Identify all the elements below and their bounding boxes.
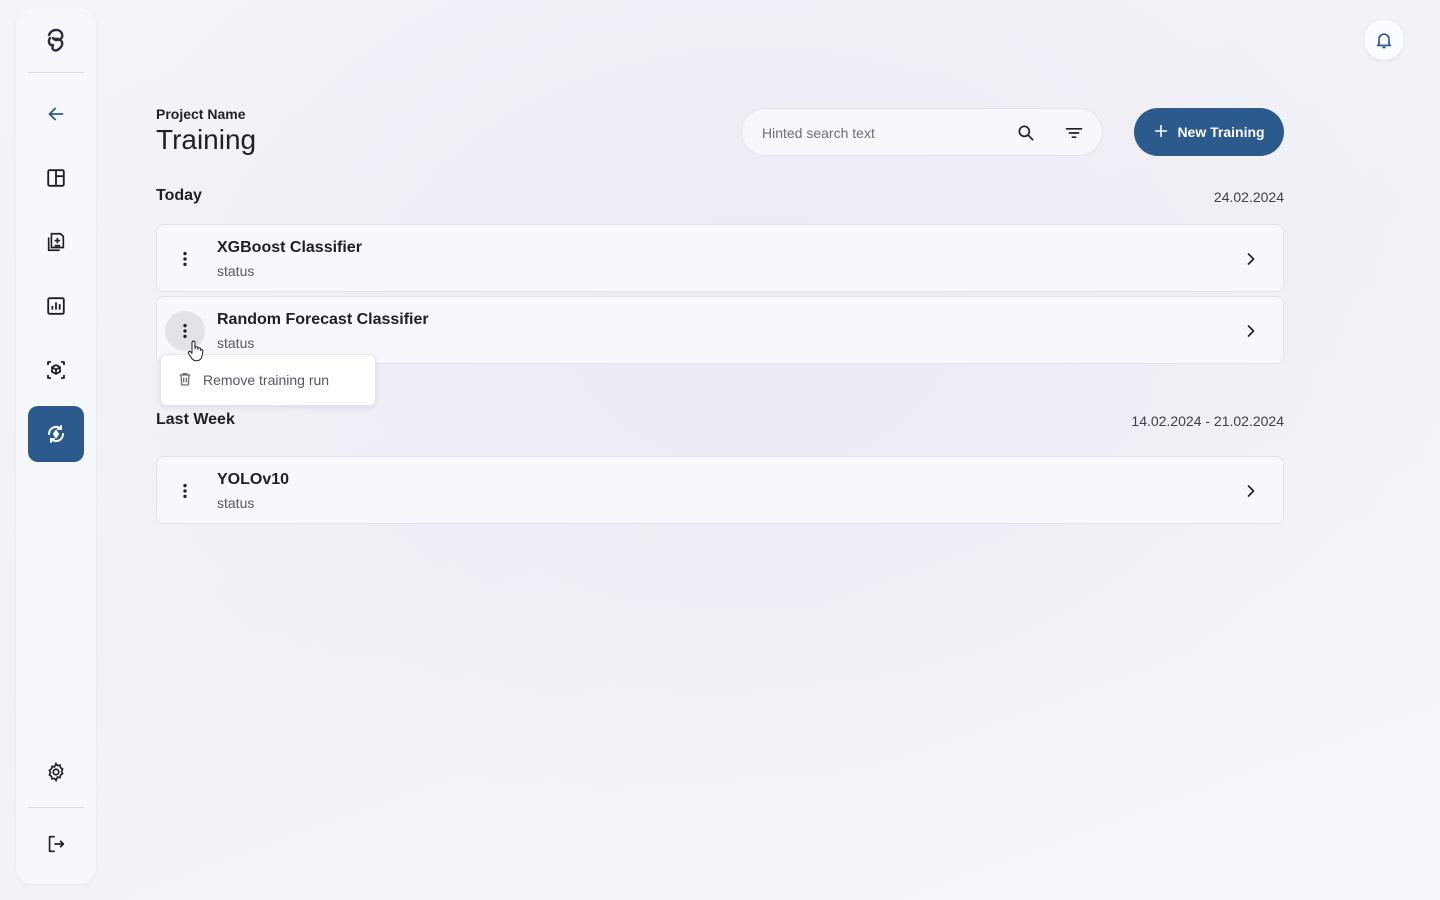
training-name: XGBoost Classifier [217,239,362,256]
training-name: YOLOv10 [217,471,290,488]
logo-icon[interactable] [28,12,84,68]
dashboard-icon[interactable] [28,150,84,206]
search-input[interactable] [762,122,1002,144]
section-date: 24.02.2024 [1213,189,1284,205]
sidebar-divider [28,807,84,808]
training-status: status [217,263,255,279]
training-status: status [217,495,255,511]
page-title: Training [156,124,257,155]
training-icon[interactable] [28,406,84,462]
section-label: Last Week [156,411,235,428]
chevron-right-icon[interactable] [1239,319,1263,343]
search-bar [741,108,1103,156]
section-label: Today [156,187,202,204]
chevron-right-icon[interactable] [1239,247,1263,271]
sidebar [16,8,96,884]
plus-icon [1153,123,1169,142]
section-date: 14.02.2024 - 21.02.2024 [1131,413,1284,429]
training-name: Random Forecast Classifier [217,311,429,328]
analytics-icon[interactable] [28,278,84,334]
sidebar-divider [28,72,84,73]
new-training-button[interactable]: New Training [1134,108,1284,156]
training-row[interactable]: YOLOv10 status [156,456,1284,524]
gear-icon[interactable] [28,744,84,800]
training-row[interactable]: XGBoost Classifier status [156,224,1284,292]
model-cube-icon[interactable] [28,342,84,398]
hand-cursor-icon [187,340,204,362]
project-name-label: Project Name [156,106,246,122]
logout-icon[interactable] [28,816,84,872]
document-add-icon[interactable] [28,214,84,270]
more-options-icon[interactable] [165,471,205,511]
menu-item-label: Remove training run [203,372,330,388]
search-icon[interactable] [1014,121,1038,145]
back-arrow-icon[interactable] [28,86,84,142]
notification-bell-icon[interactable] [1364,20,1404,60]
new-training-label: New Training [1177,124,1265,140]
filter-icon[interactable] [1062,121,1086,145]
training-status: status [217,335,255,351]
more-options-icon[interactable] [165,239,205,279]
trash-icon [177,371,193,390]
chevron-right-icon[interactable] [1239,479,1263,503]
